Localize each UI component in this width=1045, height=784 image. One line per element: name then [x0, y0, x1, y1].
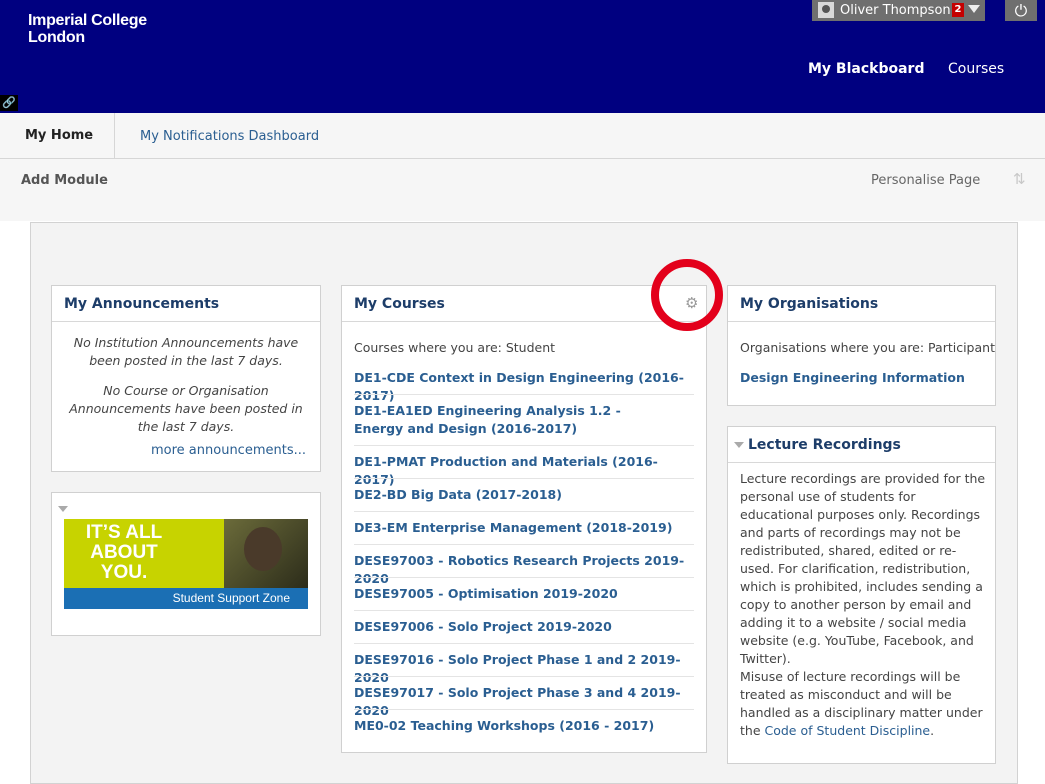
organisations-role-label: Organisations where you are: Participant — [740, 340, 995, 355]
course-announcements-msg: No Course or Organisation Announcements … — [69, 383, 303, 434]
courses-header: My Courses ⚙ — [342, 286, 706, 322]
divider — [354, 610, 694, 611]
code-of-discipline-link[interactable]: Code of Student Discipline — [765, 723, 931, 738]
tab-my-home[interactable]: My Home — [0, 113, 115, 158]
divider — [354, 544, 694, 545]
student-support-banner[interactable]: IT’S ALL ABOUT YOU. Student Support Zone — [64, 519, 308, 609]
announcements-title[interactable]: My Announcements — [64, 296, 219, 312]
banner-footer: Student Support Zone — [64, 588, 308, 609]
banner-photo — [224, 519, 308, 588]
announcements-header: My Announcements — [52, 286, 320, 322]
banner-line-1: IT’S ALL — [85, 522, 163, 543]
course-link[interactable]: DESE97003 - Robotics Research Projects 2… — [354, 552, 694, 588]
course-link[interactable]: DESE97017 - Solo Project Phase 3 and 4 2… — [354, 684, 694, 720]
user-avatar-icon — [818, 2, 834, 18]
banner-footer-label: Student Support Zone — [172, 591, 290, 605]
lecture-recordings-text: Lecture recordings are provided for the … — [740, 471, 986, 666]
logout-button[interactable]: ⏻ — [1005, 0, 1037, 21]
banner-line-2: ABOUT — [90, 542, 158, 563]
lecture-recordings-policy: Misuse of lecture recordings will be tre… — [740, 668, 988, 740]
support-banner-module: IT’S ALL ABOUT YOU. Student Support Zone — [51, 492, 321, 636]
action-bar: Add Module Personalise Page ⇅ — [0, 159, 1045, 221]
logo-line-2: London — [28, 29, 85, 46]
courses-title[interactable]: My Courses — [354, 296, 445, 312]
lecture-recordings-module: Lecture Recordings Lecture recordings ar… — [727, 426, 996, 764]
tab-my-home-label: My Home — [25, 128, 94, 143]
nav-courses[interactable]: Courses — [948, 61, 1004, 77]
course-link[interactable]: DE1-EA1ED Engineering Analysis 1.2 - Ene… — [354, 402, 669, 438]
more-announcements-link[interactable]: more announcements... — [151, 442, 306, 460]
course-link[interactable]: DESE97006 - Solo Project 2019-2020 — [354, 618, 694, 636]
organisations-header: My Organisations — [728, 286, 995, 322]
collapse-icon[interactable] — [58, 506, 68, 512]
personalise-page-button[interactable]: Personalise Page — [871, 173, 980, 188]
tab-bar: My Home My Notifications Dashboard — [0, 113, 1045, 159]
organisations-title[interactable]: My Organisations — [740, 296, 878, 312]
organisation-link[interactable]: Design Engineering Information — [740, 369, 965, 387]
divider — [354, 676, 694, 677]
course-link[interactable]: DESE97005 - Optimisation 2019-2020 — [354, 585, 694, 603]
institution-announcements-msg: No Institution Announcements have been p… — [73, 335, 299, 368]
announcements-module: My Announcements No Institution Announce… — [51, 285, 321, 472]
logo-line-1: Imperial College — [28, 12, 147, 29]
add-module-button[interactable]: Add Module — [21, 173, 108, 188]
courses-module: My Courses ⚙ Courses where you are: Stud… — [341, 285, 707, 753]
site-header: Imperial College London Oliver Thompson … — [0, 0, 1045, 113]
tab-notifications-dashboard[interactable]: My Notifications Dashboard — [140, 129, 319, 144]
course-link[interactable]: DE2-BD Big Data (2017-2018) — [354, 486, 694, 504]
course-link[interactable]: DESE97016 - Solo Project Phase 1 and 2 2… — [354, 651, 694, 687]
user-menu[interactable]: Oliver Thompson 2 — [812, 0, 985, 21]
banner-headline: IT’S ALL ABOUT YOU. — [76, 523, 172, 583]
user-name: Oliver Thompson — [840, 3, 951, 18]
course-link[interactable]: DE3-EM Enterprise Management (2018-2019) — [354, 519, 694, 537]
gear-icon[interactable]: ⚙ — [685, 294, 698, 312]
divider — [354, 511, 694, 512]
power-icon: ⏻ — [1014, 1, 1028, 20]
collapse-icon[interactable] — [734, 442, 744, 448]
imperial-logo[interactable]: Imperial College London — [28, 12, 147, 46]
divider — [354, 577, 694, 578]
divider — [354, 445, 694, 446]
courses-role-label: Courses where you are: Student — [354, 340, 556, 355]
nav-my-blackboard[interactable]: My Blackboard — [808, 61, 924, 77]
course-link[interactable]: DE1-CDE Context in Design Engineering (2… — [354, 369, 694, 405]
divider — [354, 478, 694, 479]
divider — [354, 643, 694, 644]
organisations-module: My Organisations Organisations where you… — [727, 285, 996, 406]
course-link[interactable]: ME0-02 Teaching Workshops (2016 - 2017) — [354, 717, 694, 735]
lecture-recordings-header: Lecture Recordings — [728, 427, 995, 463]
chevron-down-icon[interactable] — [968, 5, 980, 13]
banner-line-3: YOU. — [100, 562, 148, 583]
divider — [354, 394, 694, 395]
reorder-icon[interactable]: ⇅ — [1013, 170, 1026, 188]
course-link[interactable]: DE1-PMAT Production and Materials (2016-… — [354, 453, 694, 489]
link-icon[interactable]: 🔗 — [0, 95, 18, 111]
policy-text-end: . — [930, 723, 935, 738]
notification-badge[interactable]: 2 — [952, 3, 964, 17]
lecture-recordings-title[interactable]: Lecture Recordings — [748, 437, 901, 453]
divider — [354, 709, 694, 710]
